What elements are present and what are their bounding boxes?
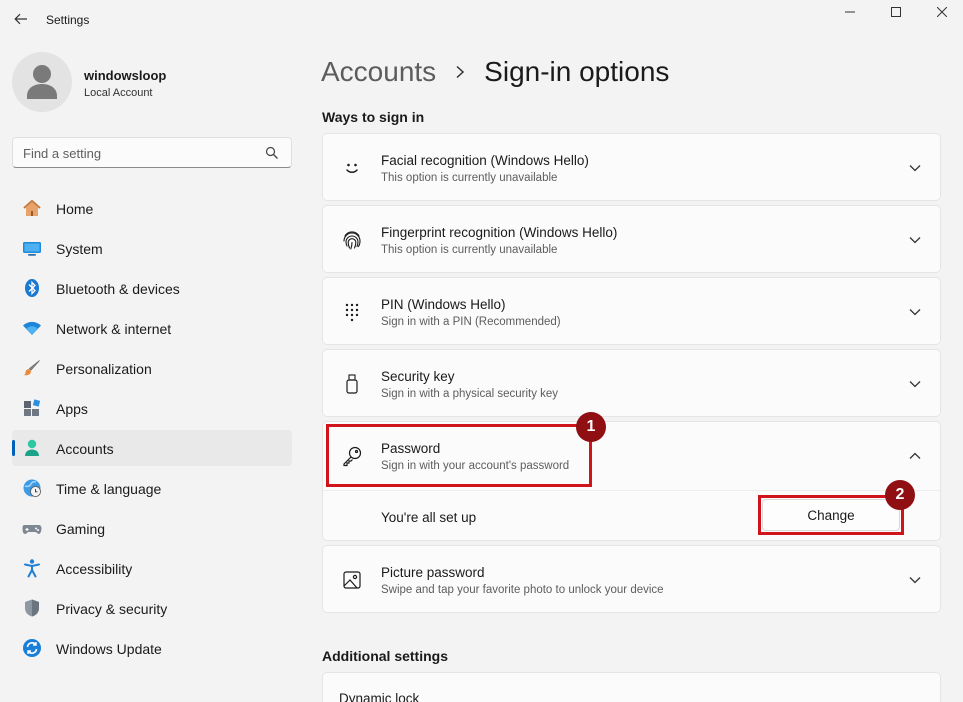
update-icon: [23, 639, 41, 657]
usb-key-icon: [346, 374, 358, 394]
minimize-icon: [845, 11, 855, 13]
sidebar-item-accounts[interactable]: Accounts: [12, 430, 292, 466]
option-subtitle: Sign in with your account's password: [381, 460, 570, 472]
sidebar-item-label: Home: [56, 201, 94, 217]
sidebar-item-apps[interactable]: Apps: [12, 390, 292, 426]
option-subtitle: This option is currently unavailable: [381, 172, 558, 184]
sidebar-item-bluetooth[interactable]: Bluetooth & devices: [12, 270, 292, 306]
option-title: Picture password: [381, 565, 485, 580]
chevron-down-icon[interactable]: [908, 575, 922, 585]
picture-icon: [343, 571, 361, 589]
globe-clock-icon: [23, 479, 41, 497]
option-title: Facial recognition (Windows Hello): [381, 153, 589, 168]
chevron-down-icon[interactable]: [908, 163, 922, 173]
fingerprint-recognition-option[interactable]: Fingerprint recognition (Windows Hello) …: [322, 205, 941, 273]
brush-icon: [24, 360, 40, 376]
sidebar-item-label: Gaming: [56, 521, 106, 537]
accessibility-icon: [24, 559, 40, 578]
sidebar-item-privacy[interactable]: Privacy & security: [12, 590, 292, 626]
pin-option[interactable]: PIN (Windows Hello) Sign in with a PIN (…: [322, 277, 941, 345]
facial-recognition-option[interactable]: Facial recognition (Windows Hello) This …: [322, 133, 941, 201]
avatar[interactable]: [12, 52, 72, 112]
breadcrumb: Accounts Sign-in options: [321, 52, 669, 92]
back-button[interactable]: [8, 6, 34, 32]
sidebar-item-system[interactable]: System: [12, 230, 292, 266]
sidebar-item-label: Time & language: [56, 481, 162, 497]
apps-icon: [24, 399, 41, 416]
wifi-icon: [23, 321, 41, 335]
account-type: Local Account: [84, 87, 153, 99]
close-icon: [937, 7, 947, 17]
option-title: Fingerprint recognition (Windows Hello): [381, 225, 618, 240]
password-status: You're all set up: [381, 510, 477, 525]
sidebar-item-label: Personalization: [56, 361, 152, 377]
chevron-down-icon[interactable]: [908, 307, 922, 317]
option-title: Dynamic lock: [339, 691, 420, 702]
sidebar-item-label: Apps: [56, 401, 88, 417]
sidebar-item-gaming[interactable]: Gaming: [12, 510, 292, 546]
sidebar-item-label: Windows Update: [56, 641, 162, 657]
option-subtitle: This option is currently unavailable: [381, 244, 558, 256]
sidebar-item-network[interactable]: Network & internet: [12, 310, 292, 346]
option-subtitle: Sign in with a PIN (Recommended): [381, 316, 561, 328]
additional-settings-heading: Additional settings: [322, 648, 448, 664]
system-icon: [23, 242, 41, 256]
chevron-right-icon: [456, 65, 465, 79]
sidebar-item-label: Accessibility: [56, 561, 133, 577]
chevron-down-icon[interactable]: [908, 235, 922, 245]
sidebar-item-accessibility[interactable]: Accessibility: [12, 550, 292, 586]
sidebar-item-label: Privacy & security: [56, 601, 168, 617]
title-bar: Settings: [0, 0, 963, 40]
option-title: Security key: [381, 369, 455, 384]
sidebar-item-windows-update[interactable]: Windows Update: [12, 630, 292, 666]
annotation-badge-step-1: 1: [576, 412, 606, 442]
annotation-badge-step-2: 2: [885, 480, 915, 510]
page-title: Sign-in options: [484, 56, 670, 87]
app-title: Settings: [46, 13, 90, 27]
accounts-icon: [25, 439, 39, 456]
breadcrumb-parent-link[interactable]: Accounts: [321, 56, 436, 88]
chevron-up-icon[interactable]: [908, 451, 922, 461]
option-subtitle: Swipe and tap your favorite photo to unl…: [381, 584, 664, 596]
search-input[interactable]: [23, 144, 263, 162]
arrow-left-icon: [14, 13, 27, 25]
sidebar-item-time-language[interactable]: Time & language: [12, 470, 292, 506]
sidebar-item-label: Bluetooth & devices: [56, 281, 180, 297]
change-password-button[interactable]: Change: [762, 499, 900, 531]
search-icon[interactable]: [265, 146, 279, 160]
option-title: Password: [381, 441, 441, 456]
maximize-icon: [891, 7, 901, 17]
home-icon: [23, 199, 41, 216]
search-box[interactable]: [12, 137, 292, 168]
minimize-button[interactable]: [827, 0, 873, 24]
close-button[interactable]: [919, 0, 963, 24]
pin-keypad-icon: [345, 303, 359, 322]
gamepad-icon: [22, 525, 42, 534]
chevron-down-icon[interactable]: [908, 379, 922, 389]
face-icon: [346, 163, 358, 173]
sidebar-item-label: Network & internet: [56, 321, 172, 337]
security-key-option[interactable]: Security key Sign in with a physical sec…: [322, 349, 941, 417]
shield-icon: [25, 599, 39, 617]
user-silhouette-icon: [27, 65, 57, 99]
ways-to-sign-in-heading: Ways to sign in: [322, 109, 425, 125]
picture-password-option[interactable]: Picture password Swipe and tap your favo…: [322, 545, 941, 613]
user-name: windowsloop: [84, 68, 167, 83]
sidebar-item-label: System: [56, 241, 103, 257]
key-icon: [343, 446, 362, 467]
option-title: PIN (Windows Hello): [381, 297, 506, 312]
bluetooth-icon: [25, 279, 39, 297]
maximize-button[interactable]: [873, 0, 919, 24]
sidebar-nav: Home System Bluetooth & devices Network …: [12, 190, 292, 670]
sidebar-item-label: Accounts: [56, 441, 114, 457]
dynamic-lock-option[interactable]: Dynamic lock: [322, 672, 941, 702]
fingerprint-icon: [343, 231, 361, 250]
sidebar-item-personalization[interactable]: Personalization: [12, 350, 292, 386]
sidebar-item-home[interactable]: Home: [12, 190, 292, 226]
option-subtitle: Sign in with a physical security key: [381, 388, 559, 400]
divider: [323, 490, 940, 491]
